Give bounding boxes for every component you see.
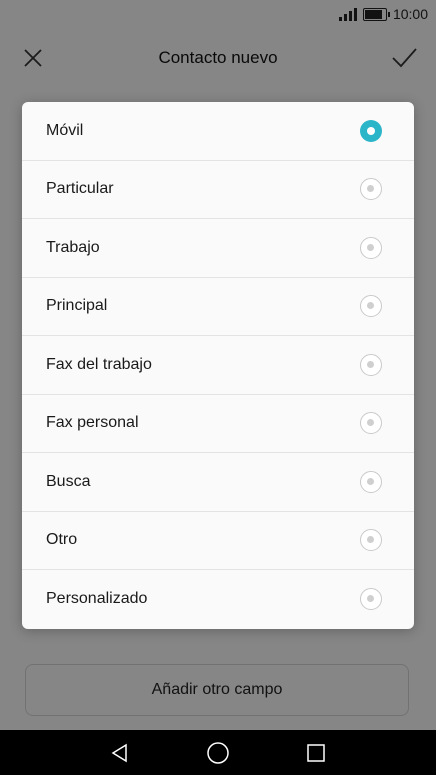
option-label: Trabajo	[46, 238, 100, 256]
option-particular[interactable]: Particular	[22, 161, 414, 219]
option-otro[interactable]: Otro	[22, 512, 414, 570]
option-personalizado[interactable]: Personalizado	[22, 570, 414, 629]
option-label: Busca	[46, 472, 91, 490]
recents-icon	[307, 743, 325, 762]
radio-icon[interactable]	[360, 588, 382, 611]
option-label: Otro	[46, 531, 78, 549]
system-nav-bar	[0, 730, 436, 775]
option-label: Móvil	[46, 121, 84, 139]
radio-icon[interactable]	[360, 353, 382, 376]
back-icon	[111, 743, 127, 762]
option-label: Fax del trabajo	[46, 355, 152, 373]
radio-selected-icon[interactable]	[360, 119, 382, 142]
option-principal[interactable]: Principal	[22, 278, 414, 336]
option-fax-trabajo[interactable]: Fax del trabajo	[22, 336, 414, 395]
radio-icon[interactable]	[360, 529, 382, 552]
option-trabajo[interactable]: Trabajo	[22, 219, 414, 278]
option-label: Principal	[46, 297, 108, 315]
home-icon	[207, 741, 229, 764]
back-button[interactable]	[71, 730, 169, 775]
radio-icon[interactable]	[360, 412, 382, 435]
radio-icon[interactable]	[360, 236, 382, 259]
option-movil[interactable]: Móvil	[22, 102, 414, 161]
home-button[interactable]	[169, 730, 267, 775]
option-label: Fax personal	[46, 414, 139, 432]
recents-button[interactable]	[267, 730, 365, 775]
radio-icon[interactable]	[360, 178, 382, 201]
option-fax-personal[interactable]: Fax personal	[22, 395, 414, 453]
radio-icon[interactable]	[360, 470, 382, 493]
option-busca[interactable]: Busca	[22, 453, 414, 512]
radio-icon[interactable]	[360, 295, 382, 318]
phone-type-dialog: Móvil Particular Trabajo Principal Fax d…	[22, 102, 414, 629]
option-label: Particular	[46, 180, 114, 198]
option-label: Personalizado	[46, 590, 148, 608]
